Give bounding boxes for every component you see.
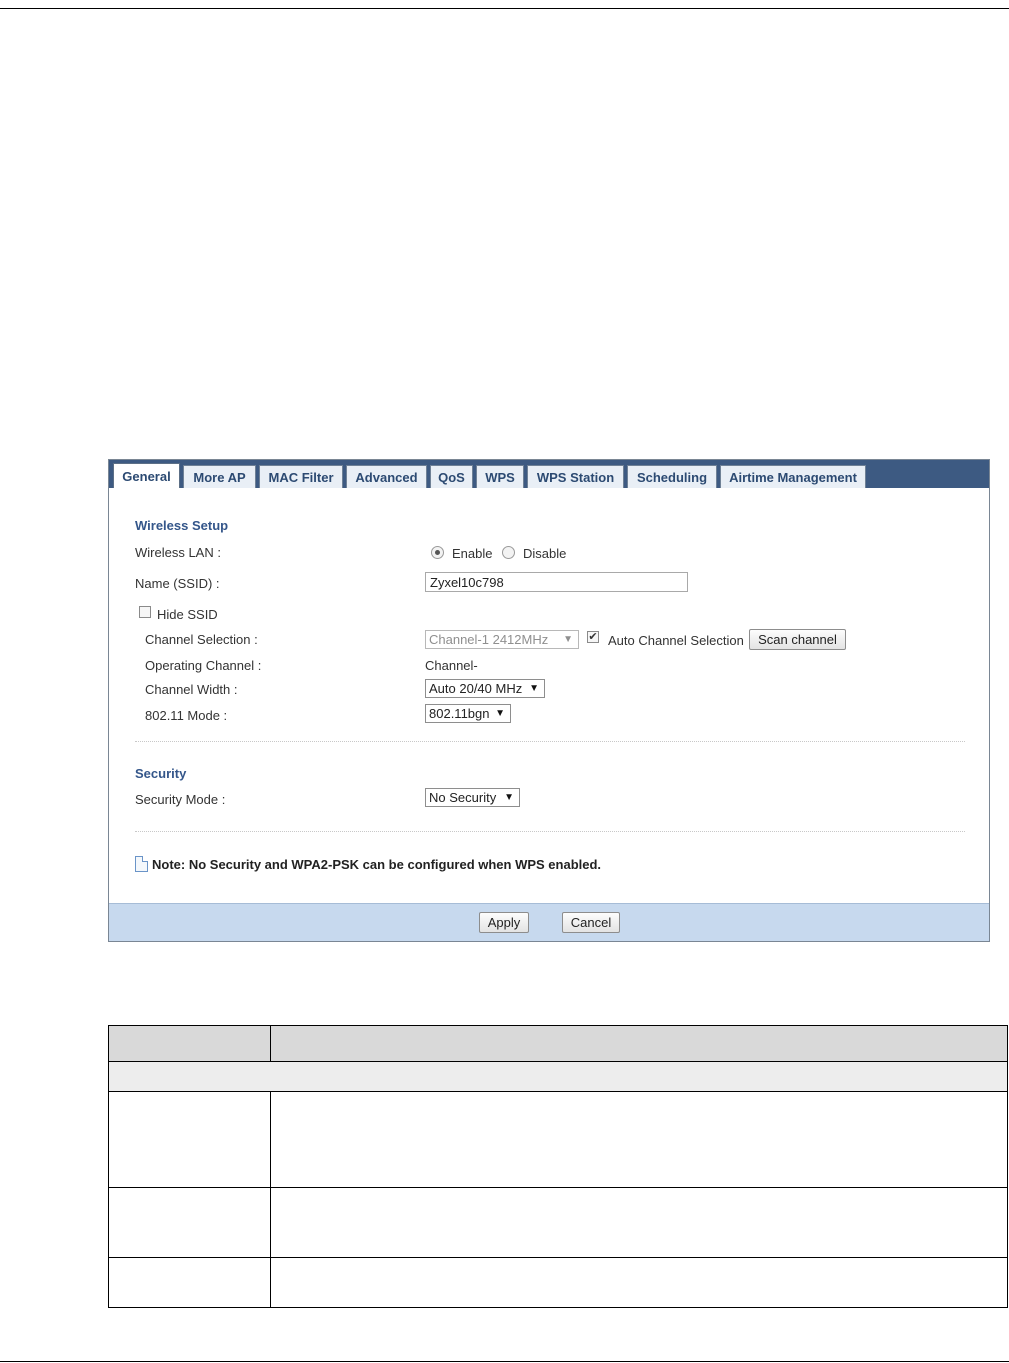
- security-mode-label: Security Mode :: [135, 792, 226, 807]
- wireless-setup-heading: Wireless Setup: [135, 518, 229, 533]
- general-content: Wireless Setup Wireless LAN : Enable Dis…: [109, 488, 989, 903]
- security-mode-select[interactable]: No Security ▼: [425, 788, 520, 807]
- mode-value: 802.11bgn: [429, 706, 490, 721]
- tab-wps-station[interactable]: WPS Station: [527, 465, 624, 488]
- chevron-down-icon: ▼: [495, 708, 505, 719]
- chevron-down-icon: ▼: [504, 792, 514, 803]
- disable-label: Disable: [523, 546, 567, 561]
- mode-select[interactable]: 802.11bgn ▼: [425, 704, 511, 723]
- tab-wps[interactable]: WPS: [476, 465, 524, 488]
- table-row: [108, 1257, 1008, 1308]
- scan-channel-button[interactable]: Scan channel: [749, 629, 846, 650]
- hide-ssid-label: Hide SSID: [157, 607, 218, 622]
- wireless-general-panel: General More AP MAC Filter Advanced QoS …: [108, 459, 990, 942]
- auto-channel-label: Auto Channel Selection: [608, 633, 744, 648]
- tab-advanced[interactable]: Advanced: [346, 465, 427, 488]
- apply-button[interactable]: Apply: [479, 912, 529, 933]
- table-header-row: [108, 1025, 1008, 1062]
- tab-bar: General More AP MAC Filter Advanced QoS …: [109, 460, 989, 489]
- note-icon: [135, 856, 148, 872]
- enable-radio[interactable]: [431, 546, 444, 559]
- operating-channel-value: Channel-: [425, 658, 478, 673]
- channel-selection-value: Channel-1 2412MHz: [429, 632, 549, 647]
- button-bar: Apply Cancel: [109, 903, 989, 941]
- tab-scheduling[interactable]: Scheduling: [627, 465, 717, 488]
- table-cell: [108, 1187, 271, 1258]
- ssid-input[interactable]: [425, 572, 688, 592]
- section-divider: [135, 831, 965, 832]
- footer-rule: [0, 1361, 1009, 1362]
- table-cell: [270, 1187, 1008, 1258]
- table-row: [108, 1091, 1008, 1188]
- enable-label: Enable: [452, 546, 493, 561]
- channel-width-value: Auto 20/40 MHz: [429, 681, 523, 696]
- auto-channel-checkbox[interactable]: ✔: [587, 631, 599, 643]
- chevron-down-icon: ▼: [529, 683, 539, 694]
- tab-airtime-management[interactable]: Airtime Management: [720, 465, 866, 488]
- hide-ssid-checkbox[interactable]: [139, 606, 151, 618]
- disable-radio[interactable]: [502, 546, 515, 559]
- header-rule: [0, 8, 1009, 9]
- table-header-cell: [108, 1025, 271, 1062]
- ssid-label: Name (SSID) :: [135, 576, 220, 591]
- wps-note: Note: No Security and WPA2-PSK can be co…: [135, 856, 601, 872]
- wireless-lan-label: Wireless LAN :: [135, 545, 221, 560]
- channel-width-select[interactable]: Auto 20/40 MHz ▼: [425, 679, 545, 698]
- tab-more-ap[interactable]: More AP: [183, 465, 256, 488]
- table-header-cell: [270, 1025, 1008, 1062]
- table-section-cell: [108, 1061, 1008, 1092]
- security-mode-value: No Security: [429, 790, 497, 805]
- note-text: Note: No Security and WPA2-PSK can be co…: [152, 856, 602, 872]
- section-divider: [135, 741, 965, 742]
- mode-label: 802.11 Mode :: [145, 708, 228, 723]
- tab-mac-filter[interactable]: MAC Filter: [259, 465, 343, 488]
- table-cell: [108, 1091, 271, 1188]
- channel-selection-select[interactable]: Channel-1 2412MHz ▼: [425, 630, 579, 649]
- table-cell: [270, 1091, 1008, 1188]
- tab-general[interactable]: General: [113, 463, 180, 489]
- table-cell: [108, 1257, 271, 1308]
- operating-channel-label: Operating Channel :: [145, 658, 262, 673]
- table-cell: [270, 1257, 1008, 1308]
- cancel-button[interactable]: Cancel: [562, 912, 620, 933]
- channel-width-label: Channel Width :: [145, 682, 238, 697]
- field-description-table: [108, 1025, 1008, 1308]
- table-row: [108, 1187, 1008, 1258]
- channel-selection-label: Channel Selection :: [145, 632, 258, 647]
- tab-qos[interactable]: QoS: [430, 465, 473, 488]
- table-section-row: [108, 1061, 1008, 1092]
- chevron-down-icon: ▼: [563, 634, 573, 645]
- security-heading: Security: [135, 766, 187, 781]
